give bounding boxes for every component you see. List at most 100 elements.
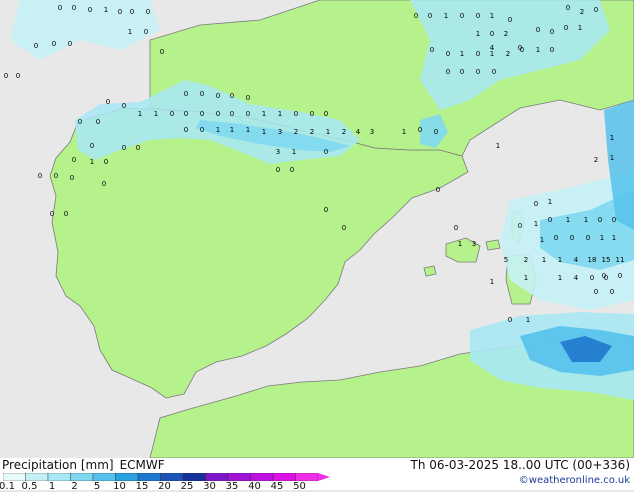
- precip-value-label: 0: [446, 50, 450, 58]
- precip-value-label: 0: [52, 40, 56, 48]
- precip-value-label: 2: [594, 156, 598, 164]
- forecast-datetime: Th 06-03-2025 18..00 UTC (00+336): [410, 458, 630, 472]
- precip-value-label: 0: [130, 8, 134, 16]
- precip-value-label: 1: [154, 110, 158, 118]
- legend-swatch: [47, 473, 71, 481]
- precip-value-label: 0: [446, 68, 450, 76]
- precip-value-label: 0: [68, 40, 72, 48]
- precip-value-label: 2: [580, 8, 584, 16]
- precip-value-label: 5: [504, 256, 508, 264]
- precip-value-label: 0: [324, 110, 328, 118]
- precip-value-label: 1: [610, 154, 614, 162]
- legend-colorbar: [3, 473, 330, 481]
- legend-swatch: [115, 473, 139, 481]
- precip-value-label: 0: [90, 142, 94, 150]
- precip-value-label: 0: [564, 24, 568, 32]
- precip-value-label: 0: [96, 118, 100, 126]
- precip-value-label: 0: [200, 126, 204, 134]
- precip-value-label: 0: [216, 92, 220, 100]
- precip-value-label: 0: [534, 200, 538, 208]
- precip-value-label: 0: [324, 148, 328, 156]
- legend-swatch: [250, 473, 274, 481]
- precip-value-label: 1: [104, 6, 108, 14]
- precip-value-label: 0: [290, 166, 294, 174]
- precip-value-label: 1: [542, 256, 546, 264]
- precip-value-label: 1: [490, 50, 494, 58]
- precip-value-label: 1: [610, 134, 614, 142]
- precip-value-label: 3: [278, 128, 282, 136]
- precip-value-label: 15: [602, 256, 611, 264]
- precip-value-label: 2: [506, 50, 510, 58]
- legend-tick-label: 2: [71, 481, 78, 492]
- precip-value-label: 0: [122, 102, 126, 110]
- legend-tick-label: 40: [248, 481, 261, 492]
- precip-value-label: 0: [102, 180, 106, 188]
- precip-value-label: 0: [518, 222, 522, 230]
- precip-value-label: 18: [588, 256, 597, 264]
- precip-value-label: 1: [476, 30, 480, 38]
- legend-title: Precipitation [mm] ECMWF: [2, 458, 165, 472]
- precip-value-label: 0: [612, 216, 616, 224]
- legend-overflow-arrow: [318, 473, 330, 481]
- precip-value-label: 1: [526, 316, 530, 324]
- precip-value-label: 0: [508, 316, 512, 324]
- precip-value-label: 0: [610, 288, 614, 296]
- precip-value-label: 0: [590, 274, 594, 282]
- legend-swatch: [227, 473, 251, 481]
- precip-value-label: 0: [136, 144, 140, 152]
- precip-value-label: 0: [566, 4, 570, 12]
- precip-value-label: 0: [414, 12, 418, 20]
- precip-value-label: 0: [54, 172, 58, 180]
- precipitation-map: 0 0 0 1 0 0 0 1 0 0 0 0 0 0 0 0 0 1 0 0 1 0 0 2 0 1 0 2 0 0 0 1 4 0 0 0 1 0 1 2…: [0, 0, 634, 459]
- precip-value-label: 1: [490, 278, 494, 286]
- legend-tick-label: 25: [180, 481, 194, 492]
- precip-value-label: 1: [534, 220, 538, 228]
- precip-value-label: 1: [578, 24, 582, 32]
- precip-value-label: 0: [4, 72, 8, 80]
- precip-value-label: 3: [276, 148, 280, 156]
- precip-value-label: 1: [230, 126, 234, 134]
- precip-value-label: 0: [434, 128, 438, 136]
- precip-value-label: 0: [476, 68, 480, 76]
- precip-value-label: 0: [310, 110, 314, 118]
- precip-value-label: 1: [558, 274, 562, 282]
- precip-value-label: 0: [200, 110, 204, 118]
- precip-value-label: 1: [278, 110, 282, 118]
- precip-value-label: 1: [566, 216, 570, 224]
- precip-value-label: 0: [230, 110, 234, 118]
- precip-value-label: 1: [458, 240, 462, 248]
- precip-value-label: 0: [428, 12, 432, 20]
- precip-value-label: 0: [106, 98, 110, 106]
- precip-value-label: 0: [570, 234, 574, 242]
- credit-text: ©weatheronline.co.uk: [518, 475, 630, 486]
- precip-value-label: 1: [612, 234, 616, 242]
- legend-swatch: [182, 473, 206, 481]
- precip-value-label: 0: [324, 206, 328, 214]
- legend-tick-label: 0.1: [0, 481, 15, 492]
- precip-value-label: 1: [460, 50, 464, 58]
- legend-swatch: [160, 473, 184, 481]
- legend-swatch: [70, 473, 94, 481]
- precip-value-label: 1: [444, 12, 448, 20]
- precip-value-label: 1: [138, 110, 142, 118]
- precip-value-label: 0: [72, 156, 76, 164]
- precip-value-label: 4: [356, 128, 361, 136]
- precip-value-label: 2: [342, 128, 346, 136]
- precip-value-label: 0: [58, 4, 62, 12]
- precip-value-label: 1: [558, 256, 562, 264]
- precip-value-label: 0: [64, 210, 68, 218]
- precip-value-label: 0: [246, 110, 250, 118]
- precip-value-label: 0: [460, 68, 464, 76]
- precip-value-label: 0: [554, 234, 558, 242]
- precip-value-label: 1: [600, 234, 604, 242]
- precip-value-label: 0: [586, 234, 590, 242]
- legend-tick-label: 20: [158, 481, 171, 492]
- precip-value-label: 0: [34, 42, 38, 50]
- precip-value-label: 0: [342, 224, 346, 232]
- precip-value-label: 0: [548, 216, 552, 224]
- precip-value-label: 0: [50, 210, 54, 218]
- precip-value-label: 0: [70, 174, 74, 182]
- legend-tick-label: 15: [135, 481, 149, 492]
- precip-value-label: 0: [78, 118, 82, 126]
- precip-value-label: 0: [594, 6, 598, 14]
